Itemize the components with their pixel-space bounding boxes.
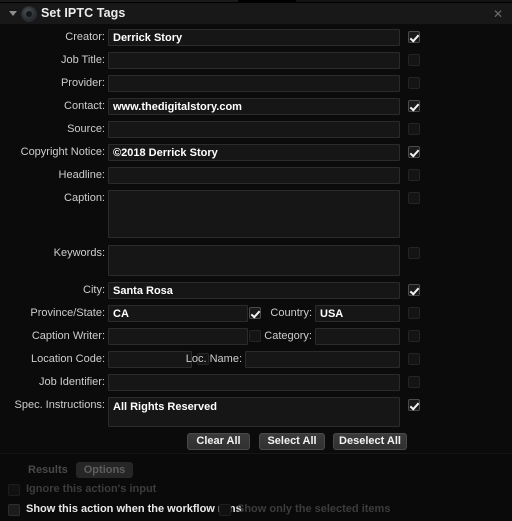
checkbox-caption[interactable] <box>408 192 420 204</box>
label-category: Category: <box>264 330 312 342</box>
select-all-button[interactable]: Select All <box>259 433 325 450</box>
input-city[interactable]: Santa Rosa <box>108 282 400 299</box>
input-copyright-notice[interactable]: ©2018 Derrick Story <box>108 144 400 161</box>
close-icon[interactable]: ✕ <box>491 7 505 21</box>
input-provider[interactable] <box>108 75 400 92</box>
aperture-icon <box>22 7 36 21</box>
chrome-segment-right <box>296 0 512 2</box>
input-loc-name[interactable] <box>245 351 400 368</box>
checkbox-keywords[interactable] <box>408 247 420 259</box>
label-contact: Contact: <box>64 100 105 112</box>
deselect-all-button[interactable]: Deselect All <box>333 433 407 450</box>
checkbox-box[interactable] <box>219 504 231 516</box>
label-caption: Caption: <box>64 192 105 204</box>
input-creator[interactable]: Derrick Story <box>108 29 400 46</box>
iptc-tags-action-panel: Set IPTC Tags ✕ Creator: Derrick Story Job… <box>0 0 512 521</box>
checkbox-creator[interactable] <box>408 31 420 43</box>
label-loc-name: Loc. Name: <box>185 353 242 365</box>
checkbox-country[interactable] <box>408 307 420 319</box>
checkbox-province-state[interactable] <box>249 307 261 319</box>
input-contact[interactable]: www.thedigitalstory.com <box>108 98 400 115</box>
checkbox-spec-instructions[interactable] <box>408 399 420 411</box>
label-caption-writer: Caption Writer: <box>31 330 105 342</box>
label-source: Source: <box>67 123 105 135</box>
label-provider: Provider: <box>60 77 105 89</box>
clear-all-button[interactable]: Clear All <box>187 433 250 450</box>
input-headline[interactable] <box>108 167 400 184</box>
input-caption-writer[interactable] <box>108 328 248 345</box>
label-creator: Creator: <box>65 31 105 43</box>
iptc-form-panel: Creator: Derrick Story Job Title: Provider:… <box>0 24 512 453</box>
checkbox-box[interactable] <box>8 504 20 516</box>
label-spec-instructions: Spec. Instructions: <box>14 399 106 411</box>
label-job-title: Job Title: <box>60 54 105 66</box>
input-location-code[interactable] <box>108 351 192 368</box>
checkbox-contact[interactable] <box>408 100 420 112</box>
input-keywords[interactable] <box>108 245 400 276</box>
checkbox-loc-name[interactable] <box>408 353 420 365</box>
input-category[interactable] <box>315 328 400 345</box>
checkbox-provider[interactable] <box>408 77 420 89</box>
label-location-code: Location Code: <box>31 353 105 365</box>
tab-options[interactable]: Options <box>75 462 134 478</box>
label-country: Country: <box>270 307 312 319</box>
input-spec-instructions[interactable]: All Rights Reserved <box>108 397 400 427</box>
label-city: City: <box>83 284 105 296</box>
checkbox-copyright-notice[interactable] <box>408 146 420 158</box>
checkbox-label: Ignore this action's input <box>26 483 157 495</box>
checkbox-source[interactable] <box>408 123 420 135</box>
footer-tab-group: Results Options <box>20 460 134 478</box>
input-job-identifier[interactable] <box>108 374 400 391</box>
input-job-title[interactable] <box>108 52 400 69</box>
triangle-down-icon[interactable] <box>9 11 17 16</box>
form-action-buttons: Clear All Select All Deselect All <box>0 433 512 455</box>
input-caption[interactable] <box>108 190 400 238</box>
action-footer: Results Options Ignore this action's inpu… <box>0 453 512 521</box>
checkbox-job-title[interactable] <box>408 54 420 66</box>
label-job-identifier: Job Identifier: <box>38 376 105 388</box>
input-province-state[interactable]: CA <box>108 305 248 322</box>
checkbox-headline[interactable] <box>408 169 420 181</box>
input-source[interactable] <box>108 121 400 138</box>
checkbox-label: Show this action when the workflow runs <box>26 503 242 515</box>
label-province-state: Province/State: <box>30 307 105 319</box>
page-title: Set IPTC Tags <box>41 6 126 20</box>
label-keywords: Keywords: <box>53 247 105 259</box>
checkbox-box[interactable] <box>8 484 20 496</box>
action-title-bar: Set IPTC Tags ✕ <box>0 3 512 25</box>
input-country[interactable]: USA <box>315 305 400 322</box>
checkbox-job-identifier[interactable] <box>408 376 420 388</box>
label-headline: Headline: <box>58 169 105 181</box>
tab-results[interactable]: Results <box>20 462 76 478</box>
checkbox-caption-writer[interactable] <box>249 330 261 342</box>
checkbox-label: Show only the selected items <box>237 503 391 515</box>
checkbox-city[interactable] <box>408 284 420 296</box>
checkbox-category[interactable] <box>408 330 420 342</box>
label-copyright-notice: Copyright Notice: <box>20 146 105 158</box>
chrome-segment-left <box>0 0 238 2</box>
